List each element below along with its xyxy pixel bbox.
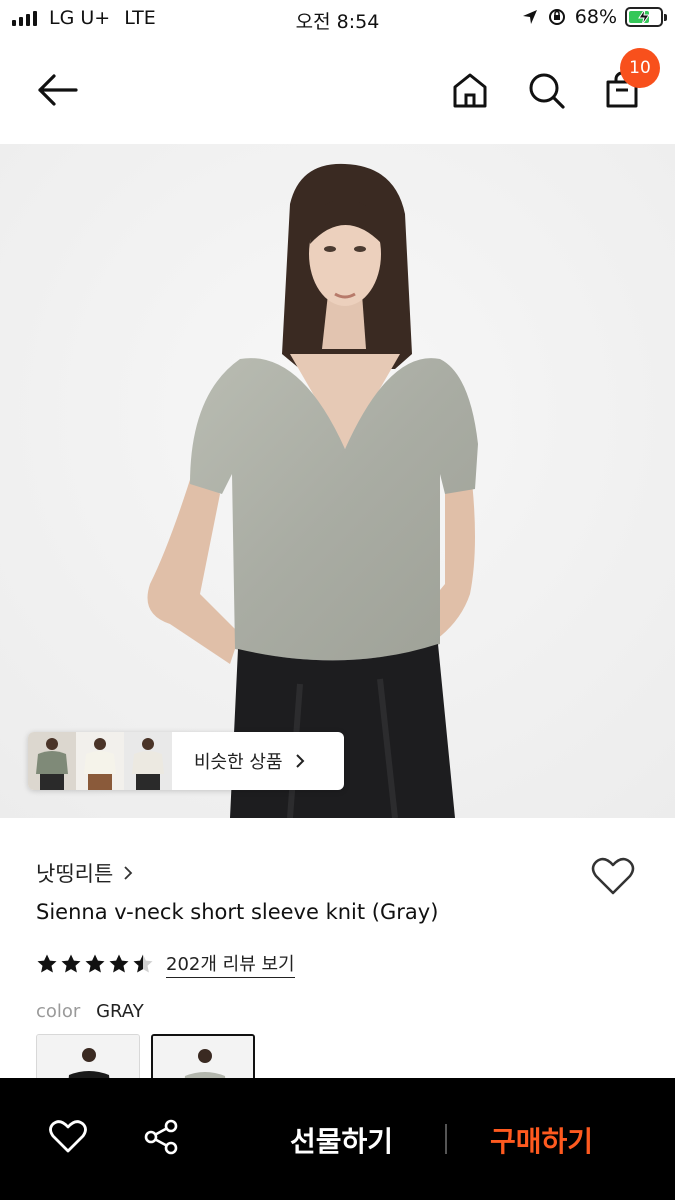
rating-stars (36, 953, 154, 975)
rating-row: 202개 리뷰 보기 (36, 950, 295, 978)
home-icon[interactable] (450, 70, 490, 110)
product-image[interactable]: 비슷한 상품 (0, 144, 675, 818)
wishlist-heart-icon[interactable] (590, 855, 636, 897)
battery-icon (625, 7, 667, 27)
color-key: color (36, 1001, 81, 1022)
color-row: color GRAY (36, 1001, 144, 1022)
similar-thumb-3 (124, 732, 172, 790)
similar-products-button[interactable]: 비슷한 상품 (28, 732, 344, 790)
brand-name: 낫띵리튼 (36, 862, 114, 886)
similar-products-label: 비슷한 상품 (194, 752, 283, 773)
orientation-lock-icon (548, 9, 565, 25)
cart-count-badge: 10 (620, 48, 660, 88)
heart-icon[interactable] (48, 1118, 88, 1154)
location-arrow-icon (522, 10, 537, 24)
search-icon[interactable] (526, 70, 566, 110)
product-detail-page: LG U+ LTE 오전 8:54 68% 10 비슷한 상품 낫띵리튼 Sie… (0, 0, 675, 1200)
star-icon (37, 954, 57, 973)
back-arrow-icon[interactable] (34, 68, 82, 112)
top-nav: 10 (0, 38, 675, 144)
chevron-right-icon (124, 866, 133, 880)
brand-link[interactable]: 낫띵리튼 (36, 858, 133, 888)
buy-button[interactable]: 구매하기 (490, 1120, 593, 1160)
product-title: Sienna v-neck short sleeve knit (Gray) (36, 900, 439, 924)
star-icon (85, 954, 105, 973)
model-photo (0, 144, 675, 818)
battery-percent: 68% (574, 6, 617, 28)
reviews-link[interactable]: 202개 리뷰 보기 (166, 950, 295, 978)
status-right: 68% (521, 6, 667, 28)
similar-thumb-1 (28, 732, 76, 790)
gift-button[interactable]: 선물하기 (290, 1120, 393, 1160)
similar-thumb-2 (76, 732, 124, 790)
color-value: GRAY (96, 1001, 144, 1022)
share-icon[interactable] (142, 1118, 180, 1156)
star-icon (61, 954, 81, 973)
star-icon (109, 954, 129, 973)
chevron-right-icon (295, 754, 304, 768)
similar-label-wrap: 비슷한 상품 (194, 748, 305, 774)
status-bar: LG U+ LTE 오전 8:54 68% (0, 0, 675, 38)
bottom-action-bar: 선물하기 구매하기 (0, 1078, 675, 1200)
bar-divider (445, 1124, 447, 1154)
star-icon (133, 954, 153, 973)
